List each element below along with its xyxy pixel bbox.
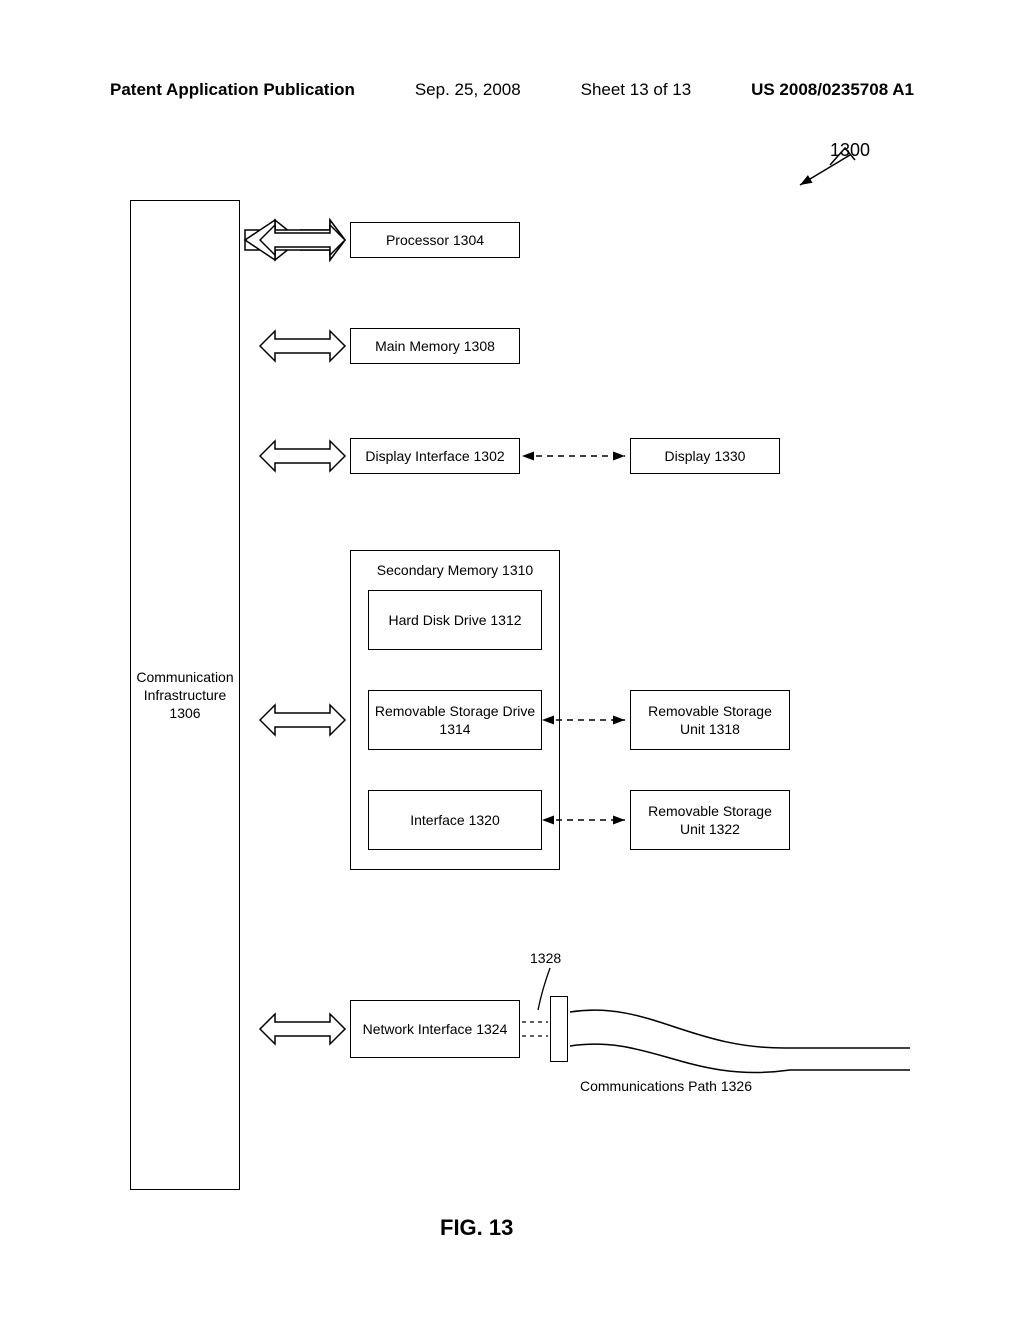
network-interface-box: Network Interface 1324 <box>350 1000 520 1058</box>
removable-storage-unit-1322-label: Removable Storage Unit 1322 <box>635 802 785 838</box>
hard-disk-drive-box: Hard Disk Drive 1312 <box>368 590 542 650</box>
interface-1320-box: Interface 1320 <box>368 790 542 850</box>
removable-storage-drive-box: Removable Storage Drive 1314 <box>368 690 542 750</box>
reference-1300: 1300 <box>830 140 870 161</box>
removable-storage-unit-1318-label: Removable Storage Unit 1318 <box>635 702 785 738</box>
processor-label: Processor 1304 <box>386 231 484 249</box>
figure-label: FIG. 13 <box>440 1215 513 1241</box>
interface-1320-label: Interface 1320 <box>410 811 500 829</box>
network-interface-label: Network Interface 1324 <box>363 1020 508 1038</box>
reference-1328: 1328 <box>530 950 561 966</box>
secondary-memory-label: Secondary Memory 1310 <box>351 561 559 579</box>
main-memory-box: Main Memory 1308 <box>350 328 520 364</box>
document-number: US 2008/0235708 A1 <box>751 80 914 100</box>
network-port-box <box>550 996 568 1062</box>
removable-storage-drive-label: Removable Storage Drive 1314 <box>373 702 537 738</box>
computer-system-diagram: 1300 Communication Infrastructure 1306 P… <box>130 130 910 1190</box>
page-header: Patent Application Publication Sep. 25, … <box>0 80 1024 100</box>
display-box: Display 1330 <box>630 438 780 474</box>
main-memory-label: Main Memory 1308 <box>375 337 495 355</box>
display-interface-label: Display Interface 1302 <box>365 447 504 465</box>
removable-storage-unit-1322-box: Removable Storage Unit 1322 <box>630 790 790 850</box>
display-interface-box: Display Interface 1302 <box>350 438 520 474</box>
communications-path-label: Communications Path 1326 <box>580 1078 752 1094</box>
hard-disk-drive-label: Hard Disk Drive 1312 <box>388 611 521 629</box>
publication-date: Sep. 25, 2008 <box>415 80 521 100</box>
display-label: Display 1330 <box>665 447 746 465</box>
removable-storage-unit-1318-box: Removable Storage Unit 1318 <box>630 690 790 750</box>
processor-box: Processor 1304 <box>350 222 520 258</box>
communication-infrastructure-label: Communication Infrastructure 1306 <box>135 668 235 723</box>
publication-label: Patent Application Publication <box>110 80 355 100</box>
communication-infrastructure-box: Communication Infrastructure 1306 <box>130 200 240 1190</box>
sheet-number: Sheet 13 of 13 <box>581 80 692 100</box>
